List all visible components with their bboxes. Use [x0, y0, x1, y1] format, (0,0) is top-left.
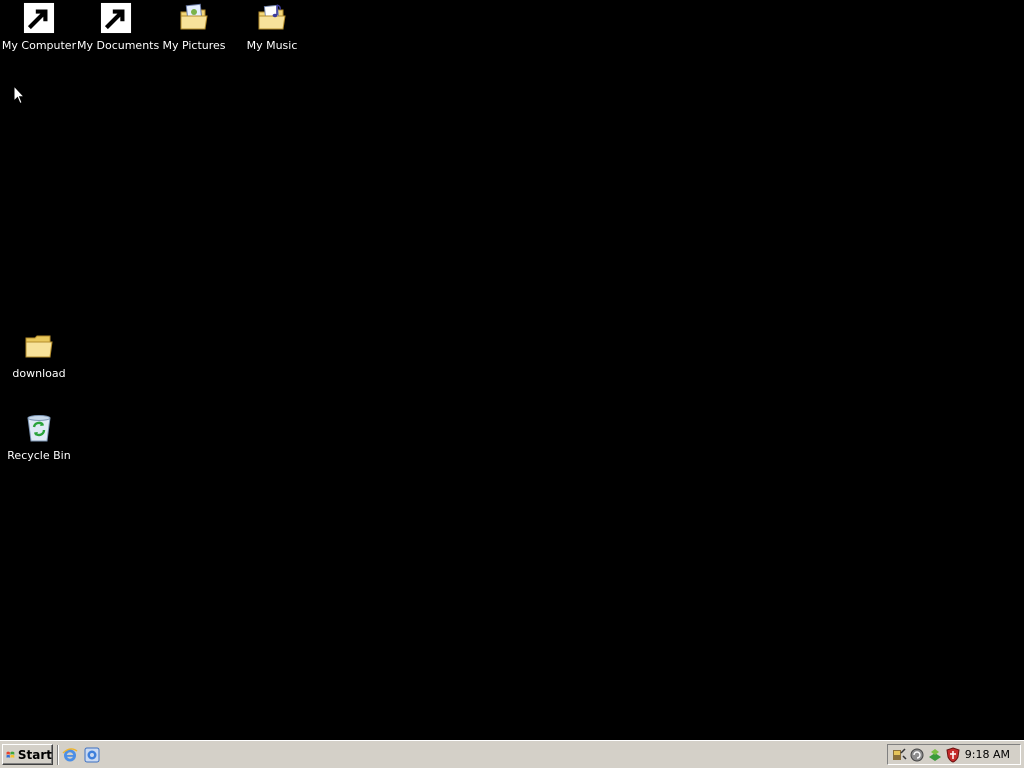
security-center-icon[interactable] [927, 747, 943, 763]
my-music-desktop-icon[interactable]: My Music [233, 2, 311, 52]
start-button-label: Start [17, 747, 52, 762]
system-tray: 9:18 AM [887, 744, 1021, 765]
my-computer-desktop-icon[interactable]: My Computer [0, 2, 78, 52]
quick-launch-separator [57, 745, 59, 765]
documents-folder-icon [100, 2, 132, 34]
network-tool-icon[interactable] [891, 747, 907, 763]
internet-explorer-icon[interactable] [62, 747, 78, 763]
desktop-icon-label: My Pictures [162, 39, 226, 52]
desktop-icon-label: My Music [246, 39, 298, 52]
my-documents-desktop-icon[interactable]: My Documents [77, 2, 160, 52]
computer-icon [23, 2, 55, 34]
antivirus-shield-icon[interactable] [945, 747, 961, 763]
update-icon[interactable] [909, 747, 925, 763]
my-pictures-desktop-icon[interactable]: My Pictures [155, 2, 233, 52]
desktop-icon-label: My Computer [1, 39, 77, 52]
start-button[interactable]: Start [2, 744, 53, 765]
folder-icon [23, 330, 55, 362]
recycle-bin-desktop-icon[interactable]: Recycle Bin [0, 412, 78, 462]
pictures-folder-icon [178, 2, 210, 34]
desktop: My Computer My Documents My Pictures My … [0, 0, 1024, 740]
taskbar: Start 9:18 AM [0, 740, 1024, 768]
shortcut-arrow-icon [100, 2, 132, 34]
shortcut-arrow-icon [23, 2, 55, 34]
music-folder-icon [256, 2, 288, 34]
download-folder-desktop-icon[interactable]: download [0, 330, 78, 380]
mouse-cursor-icon [13, 85, 25, 105]
desktop-icon-label: download [12, 367, 66, 380]
windows-flag-icon [6, 751, 15, 758]
taskbar-clock[interactable]: 9:18 AM [965, 748, 1010, 761]
ie-shortcut-icon[interactable] [84, 747, 100, 763]
desktop-icon-label: My Documents [77, 39, 160, 52]
desktop-icon-label: Recycle Bin [7, 449, 71, 462]
recycle-bin-icon [23, 412, 55, 444]
